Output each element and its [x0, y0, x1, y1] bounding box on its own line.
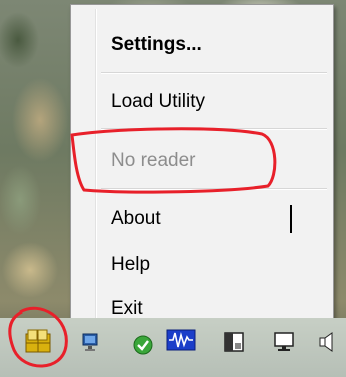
red-annotation-marks — [8, 127, 277, 368]
